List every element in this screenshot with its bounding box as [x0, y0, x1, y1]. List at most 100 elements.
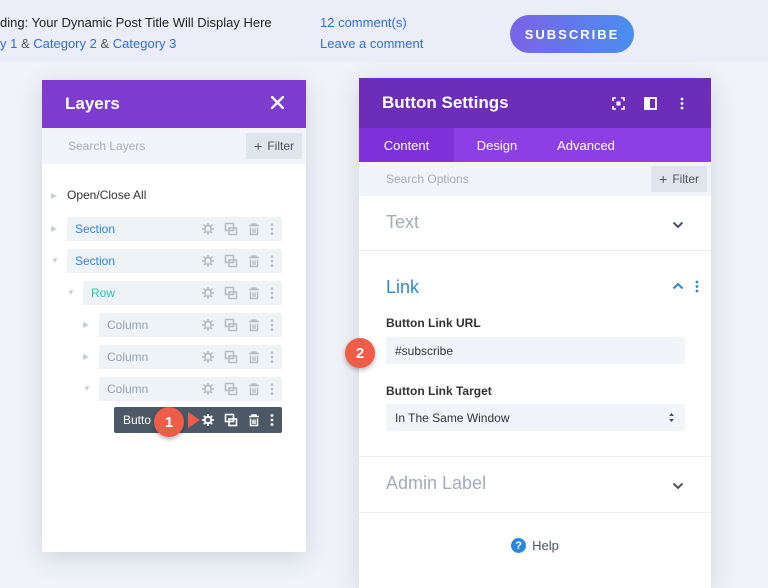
fullscreen-icon[interactable]: [611, 96, 625, 110]
category-link-1[interactable]: y 1: [0, 36, 17, 51]
caret-down-icon[interactable]: ▼: [51, 256, 59, 265]
leave-comment-link[interactable]: Leave a comment: [320, 36, 423, 51]
layer-label: Column: [107, 350, 149, 364]
category-separator: &: [100, 36, 110, 51]
layer-label: Column: [107, 318, 149, 332]
layers-filter-button[interactable]: + Filter: [246, 133, 302, 159]
filter-label: Filter: [267, 139, 294, 153]
annotation-badge-2: 2: [345, 338, 375, 368]
gear-icon[interactable]: [201, 350, 215, 364]
layer-item-section[interactable]: Section: [67, 217, 282, 241]
help-label: Help: [532, 538, 559, 553]
category-separator: &: [20, 36, 30, 51]
help-icon: ?: [511, 538, 527, 553]
caret-right-icon: ▶: [51, 190, 58, 200]
subscribe-button[interactable]: SUBSCRIBE: [510, 15, 634, 53]
trash-icon[interactable]: [247, 254, 261, 268]
options-filter-button[interactable]: + Filter: [651, 166, 707, 192]
layers-header: Layers: [42, 80, 306, 128]
comment-count-link[interactable]: 12 comment(s): [320, 15, 407, 30]
select-value: In The Same Window: [395, 410, 510, 425]
more-vertical-icon[interactable]: [270, 286, 274, 300]
gear-icon[interactable]: [201, 382, 215, 396]
plus-icon: +: [254, 138, 263, 154]
trash-icon[interactable]: [247, 222, 261, 236]
layer-item-section[interactable]: Section: [67, 249, 282, 273]
help-link[interactable]: ? Help: [359, 538, 711, 553]
duplicate-icon[interactable]: [224, 382, 238, 396]
annotation-arrow: [188, 412, 200, 428]
layer-item-column[interactable]: Column: [99, 313, 282, 337]
trash-icon[interactable]: [247, 382, 261, 396]
more-vertical-icon[interactable]: [270, 254, 274, 268]
layer-item-row[interactable]: Row: [83, 281, 282, 305]
gear-icon[interactable]: [201, 222, 215, 236]
duplicate-icon[interactable]: [224, 413, 238, 427]
toggle-admin-label[interactable]: Admin Label: [359, 457, 711, 513]
toggle-text[interactable]: Text: [359, 196, 711, 251]
layer-actions: [201, 222, 282, 236]
more-vertical-icon[interactable]: [270, 318, 274, 332]
layer-actions: [201, 350, 282, 364]
annotation-badge-1: 1: [154, 407, 184, 437]
tab-content[interactable]: Content: [359, 128, 454, 162]
toggle-title[interactable]: Link: [386, 277, 419, 298]
chevron-down-icon: [672, 221, 684, 229]
trash-icon[interactable]: [247, 413, 261, 427]
layers-search-input[interactable]: Search Layers: [68, 139, 145, 153]
options-search-bar: Search Options + Filter: [359, 162, 711, 196]
gear-icon[interactable]: [201, 318, 215, 332]
more-vertical-icon[interactable]: [270, 413, 274, 427]
duplicate-icon[interactable]: [224, 222, 238, 236]
layer-label: Section: [75, 222, 116, 236]
layer-actions: [201, 286, 282, 300]
caret-right-icon[interactable]: ▶: [51, 224, 57, 233]
layer-item-column[interactable]: Column: [99, 377, 282, 401]
settings-header: Button Settings: [359, 78, 711, 128]
gear-icon[interactable]: [201, 413, 215, 427]
more-vertical-icon[interactable]: [695, 280, 699, 293]
caret-down-icon[interactable]: ▼: [83, 384, 91, 393]
select-arrows-icon: [669, 413, 674, 422]
more-vertical-icon[interactable]: [270, 350, 274, 364]
caret-right-icon[interactable]: ▶: [83, 352, 89, 361]
duplicate-icon[interactable]: [224, 350, 238, 364]
duplicate-icon[interactable]: [224, 286, 238, 300]
layer-label: Column: [107, 382, 149, 396]
caret-right-icon[interactable]: ▶: [83, 320, 89, 329]
trash-icon[interactable]: [247, 318, 261, 332]
more-vertical-icon[interactable]: [675, 96, 689, 110]
close-icon[interactable]: [270, 93, 285, 115]
split-view-icon[interactable]: [643, 96, 657, 110]
layers-title: Layers: [65, 94, 120, 113]
caret-down-icon[interactable]: ▼: [67, 288, 75, 297]
tab-design[interactable]: Design: [454, 128, 540, 162]
tab-advanced[interactable]: Advanced: [540, 128, 632, 162]
category-link-2[interactable]: Category 2: [33, 36, 97, 51]
more-vertical-icon[interactable]: [270, 222, 274, 236]
trash-icon[interactable]: [247, 286, 261, 300]
layer-actions: [201, 254, 282, 268]
trash-icon[interactable]: [247, 350, 261, 364]
category-link-3[interactable]: Category 3: [113, 36, 177, 51]
chevron-up-icon[interactable]: [672, 282, 684, 290]
layers-panel: Layers Search Layers + Filter ▶ Open/Clo…: [42, 80, 306, 552]
toggle-title: Admin Label: [386, 473, 487, 493]
gear-icon[interactable]: [201, 286, 215, 300]
more-vertical-icon[interactable]: [270, 382, 274, 396]
layer-item-column[interactable]: Column: [99, 345, 282, 369]
button-link-url-label: Button Link URL: [386, 316, 481, 330]
button-link-target-select[interactable]: In The Same Window: [386, 404, 685, 431]
layer-actions: [201, 382, 282, 396]
duplicate-icon[interactable]: [224, 318, 238, 332]
settings-title: Button Settings: [382, 93, 509, 112]
settings-tabs: Content Design Advanced: [359, 128, 711, 162]
gear-icon[interactable]: [201, 254, 215, 268]
layer-actions: [201, 413, 282, 427]
page-header-strip: ding: Your Dynamic Post Title Will Displ…: [0, 0, 768, 62]
options-search-input[interactable]: Search Options: [386, 172, 469, 186]
open-close-all[interactable]: ▶ Open/Close All: [51, 188, 146, 202]
button-link-url-input[interactable]: #subscribe: [386, 337, 685, 364]
duplicate-icon[interactable]: [224, 254, 238, 268]
post-title: ding: Your Dynamic Post Title Will Displ…: [0, 15, 272, 30]
